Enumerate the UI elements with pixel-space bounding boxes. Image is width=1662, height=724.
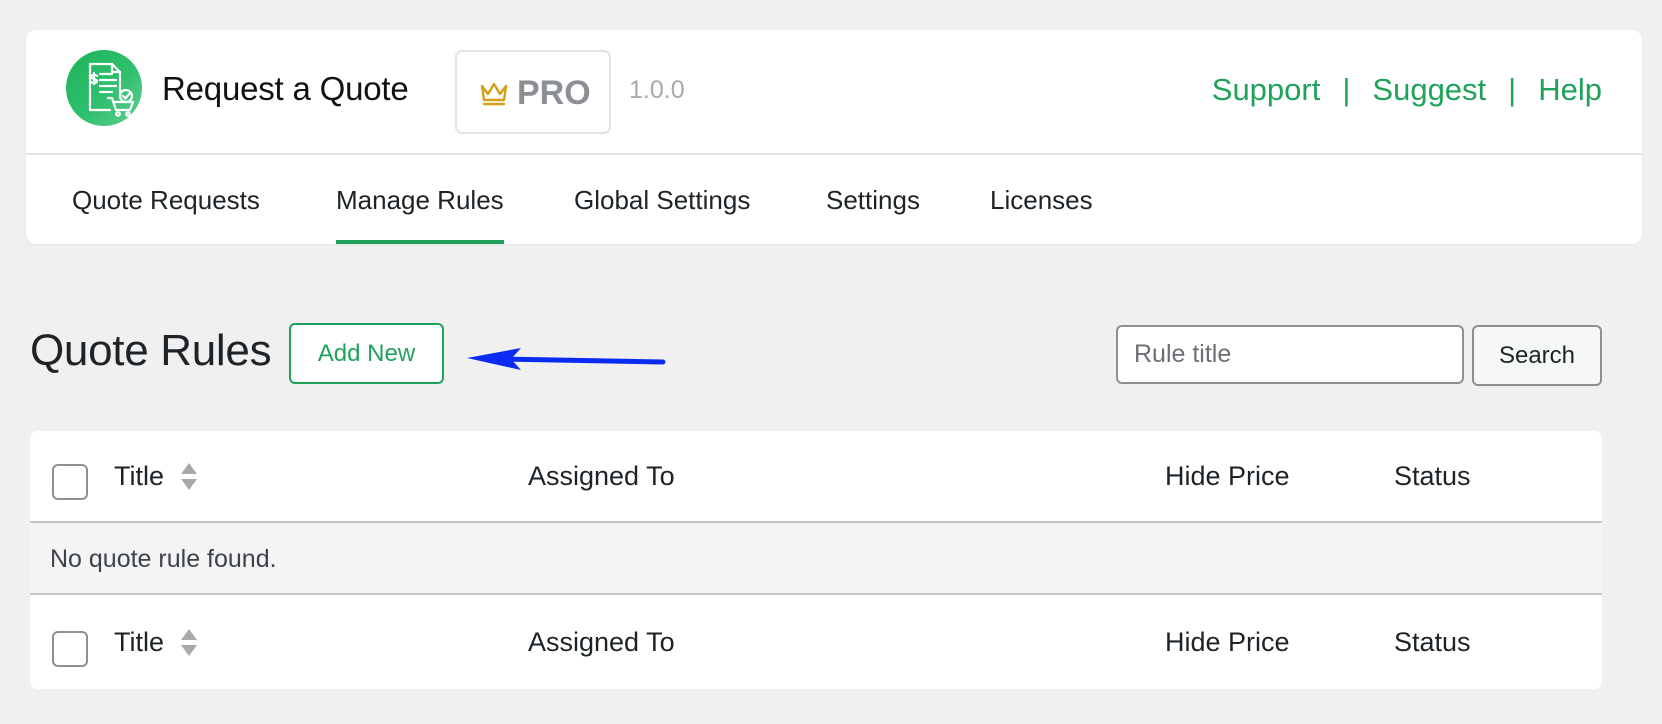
version-label: 1.0.0 [629,76,685,104]
support-link[interactable]: Support [1212,72,1321,108]
search-button[interactable]: Search [1472,325,1602,386]
column-footer-title[interactable]: Title [114,627,164,658]
quote-rules-table: Title Assigned To Hide Price Status No q… [30,431,1602,689]
tab-licenses[interactable]: Licenses [990,157,1093,244]
app-title: Request a Quote [162,70,409,107]
header-links: Support | Suggest | Help [1212,72,1602,108]
rule-title-search-input[interactable] [1116,325,1464,384]
tab-settings[interactable]: Settings [826,157,920,244]
annotation-arrow-icon [467,348,666,370]
pro-label: PRO [517,74,591,112]
column-header-title[interactable]: Title [114,461,164,492]
crown-icon [479,80,509,111]
pro-badge[interactable]: PRO [455,50,611,134]
column-header-hide-price: Hide Price [1165,461,1290,491]
sort-icon[interactable] [180,461,198,493]
plugin-header-card: Request a Quote PRO 1.0.0 Support | Sugg… [26,30,1642,244]
tab-quote-requests[interactable]: Quote Requests [72,157,260,244]
link-separator: | [1508,72,1517,107]
table-row: No quote rule found. [30,523,1602,595]
help-link[interactable]: Help [1538,72,1602,108]
sort-icon[interactable] [180,627,198,659]
nav-tabs: Quote Requests Manage Rules Global Setti… [26,157,1642,244]
link-separator: | [1342,72,1351,107]
suggest-link[interactable]: Suggest [1372,72,1486,108]
column-header-assigned-to: Assigned To [528,461,675,491]
select-all-checkbox[interactable] [52,464,88,500]
column-footer-hide-price: Hide Price [1165,627,1290,657]
table-footer-row: Title Assigned To Hide Price Status [30,595,1602,689]
page-title: Quote Rules [30,326,272,375]
tab-global-settings[interactable]: Global Settings [574,157,750,244]
quote-document-cart-icon [66,50,142,126]
column-footer-assigned-to: Assigned To [528,627,675,657]
tab-manage-rules[interactable]: Manage Rules [336,157,504,244]
column-footer-status: Status [1394,627,1471,657]
add-new-button[interactable]: Add New [289,323,444,384]
select-all-checkbox-footer[interactable] [52,631,88,667]
table-header-row: Title Assigned To Hide Price Status [30,431,1602,523]
brand-row: Request a Quote PRO 1.0.0 Support | Sugg… [26,30,1642,155]
empty-message: No quote rule found. [50,545,277,573]
column-header-status: Status [1394,461,1471,491]
